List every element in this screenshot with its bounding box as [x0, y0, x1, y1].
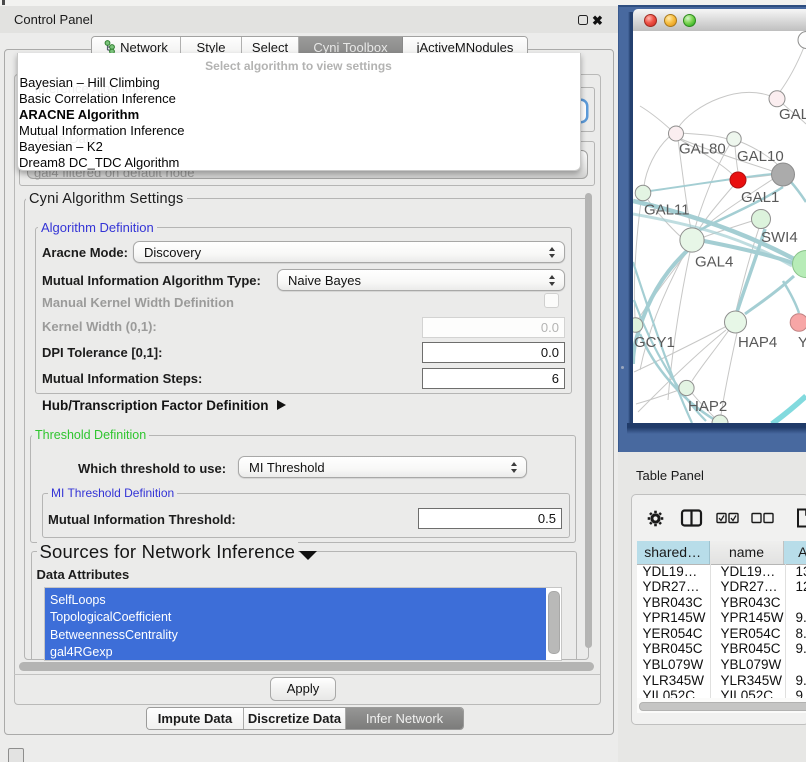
svg-text:GAL1: GAL1: [741, 189, 779, 206]
svg-text:GAL10: GAL10: [737, 148, 784, 165]
svg-text:HAP4: HAP4: [738, 334, 777, 351]
svg-text:GAL7: GAL7: [779, 106, 806, 123]
svg-text:SWI4: SWI4: [761, 229, 798, 246]
svg-text:GAL80: GAL80: [679, 141, 726, 158]
svg-text:YJ: YJ: [798, 334, 806, 351]
svg-text:GAL11: GAL11: [644, 202, 690, 219]
svg-text:HAP2: HAP2: [688, 398, 727, 415]
svg-text:GCY1: GCY1: [634, 334, 675, 351]
svg-text:GAL4: GAL4: [695, 254, 733, 271]
